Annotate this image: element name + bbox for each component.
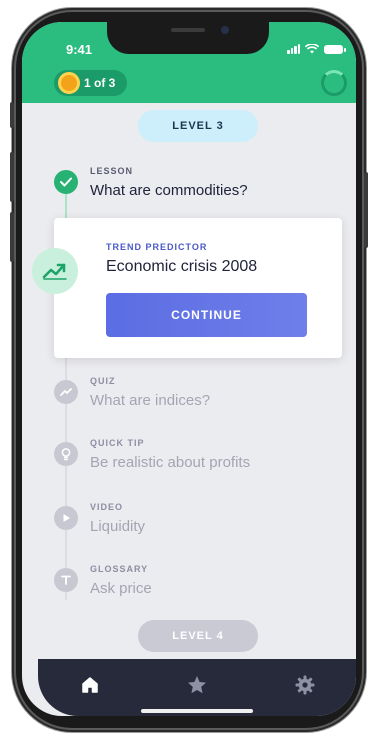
- wifi-icon: [305, 44, 319, 54]
- screen-content: 9:41 1 of 3 LEVEL 3 LESSON What are comm…: [0, 0, 377, 735]
- step-kicker: LESSON: [90, 166, 134, 176]
- step-title: What are commodities?: [90, 182, 248, 199]
- home-indicator[interactable]: [141, 709, 253, 713]
- active-step-card[interactable]: TREND PREDICTOR Economic crisis 2008 CON…: [32, 218, 342, 358]
- level-current-badge: LEVEL 3: [138, 110, 258, 142]
- battery-icon: [324, 44, 346, 54]
- bottom-nav: [38, 659, 356, 716]
- card-title: Economic crisis 2008: [106, 258, 258, 275]
- glossary-icon: [54, 568, 78, 592]
- timer-ring-icon: [321, 70, 347, 96]
- trend-up-icon: [32, 248, 78, 294]
- speaker: [171, 28, 205, 32]
- status-time: 9:41: [66, 42, 93, 57]
- camera: [221, 26, 229, 34]
- status-icons: [287, 44, 346, 54]
- signal-icon: [287, 44, 300, 54]
- step-kicker: VIDEO: [90, 502, 124, 512]
- step-kicker: QUICK TIP: [90, 438, 145, 448]
- step-title: Be realistic about profits: [90, 454, 251, 471]
- card-kicker: TREND PREDICTOR: [106, 242, 208, 252]
- nav-settings[interactable]: [291, 671, 319, 699]
- continue-button[interactable]: CONTINUE: [106, 293, 307, 337]
- notch: [107, 20, 269, 54]
- timeline-completed-line: [65, 190, 67, 220]
- level-next-badge: LEVEL 4: [138, 620, 258, 652]
- play-icon: [54, 506, 78, 530]
- lightbulb-icon: [54, 442, 78, 466]
- progress-label: 1 of 3: [84, 76, 116, 90]
- star-icon: [188, 676, 206, 694]
- nav-home[interactable]: [76, 671, 104, 699]
- nav-favorites[interactable]: [183, 671, 211, 699]
- check-icon: [54, 170, 78, 194]
- step-title: What are indices?: [90, 392, 211, 409]
- quiz-icon: [54, 380, 78, 404]
- step-kicker: QUIZ: [90, 376, 116, 386]
- home-icon: [82, 677, 98, 693]
- step-title: Ask price: [90, 580, 152, 597]
- step-kicker: GLOSSARY: [90, 564, 149, 574]
- gear-icon: [295, 675, 315, 695]
- progress-badge[interactable]: 1 of 3: [54, 70, 128, 96]
- step-title: Liquidity: [90, 518, 146, 535]
- medal-icon: [58, 72, 80, 94]
